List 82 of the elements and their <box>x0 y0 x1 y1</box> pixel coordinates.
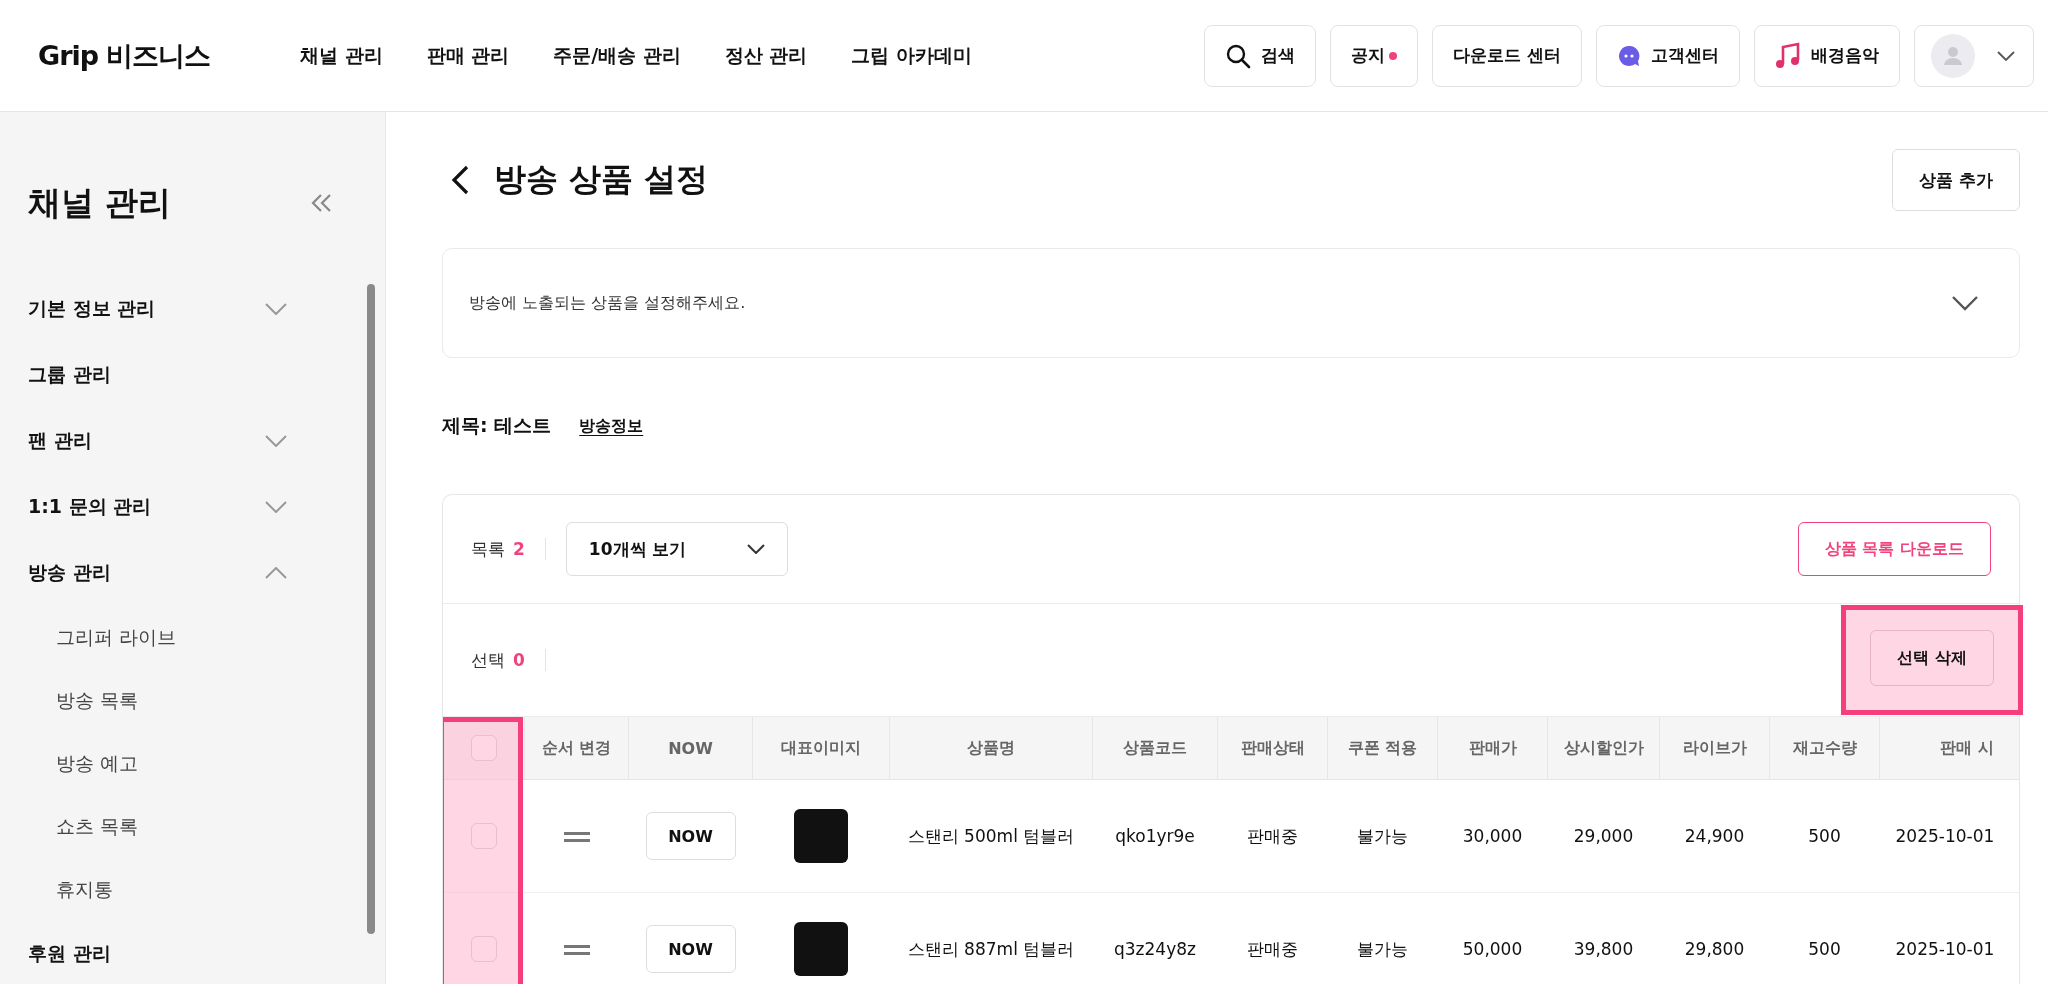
table-cell: 불가능 <box>1327 892 1438 984</box>
column-header: 쿠폰 적용 <box>1327 717 1438 780</box>
column-header: 라이브가 <box>1659 717 1770 780</box>
header-button[interactable]: 검색 <box>1204 24 1317 87</box>
nav-link[interactable]: 정산 관리 <box>724 42 808 69</box>
nav-link[interactable]: 판매 관리 <box>426 42 510 69</box>
notice-text: 방송에 노출되는 상품을 설정해주세요. <box>469 292 746 314</box>
sidebar-item[interactable]: 1:1 문의 관리 <box>0 474 365 540</box>
table-cell: 500 <box>1769 779 1880 893</box>
sidebar-subitem[interactable]: 휴지통 <box>0 858 365 921</box>
table-cell: 24,900 <box>1659 779 1770 893</box>
table-cell: qko1yr9e <box>1092 779 1218 893</box>
nav-link[interactable]: 채널 관리 <box>300 42 383 69</box>
column-header: 순서 변경 <box>524 717 629 780</box>
selection-count: 0 <box>513 650 525 670</box>
table-cell: 스탠리 887ml 텀블러 <box>889 892 1093 984</box>
table-cell: 29,000 <box>1547 779 1660 893</box>
sidebar-subitem[interactable]: 쇼츠 목록 <box>0 795 365 858</box>
search-icon <box>1225 42 1252 69</box>
column-header: 판매가 <box>1437 717 1548 780</box>
table-cell: 판매중 <box>1217 892 1328 984</box>
avatar-icon <box>1931 33 1975 78</box>
back-icon[interactable] <box>450 165 470 195</box>
table-cell: 2025-10-01 <box>1879 779 2019 893</box>
broadcast-title: 제목: 테스트 <box>442 413 552 438</box>
column-header: 상품명 <box>889 717 1093 780</box>
broadcast-info-link[interactable]: 방송정보 <box>579 415 644 437</box>
table-cell: 스탠리 500ml 텀블러 <box>889 779 1093 893</box>
column-header: NOW <box>628 717 753 780</box>
delete-selected-button[interactable]: 선택 삭제 <box>1870 630 1994 686</box>
table-cell: 50,000 <box>1437 892 1548 984</box>
sidebar-subitem[interactable]: 방송 예고 <box>0 732 365 795</box>
sidebar-subitem[interactable]: 방송 목록 <box>0 669 365 732</box>
selection-label: 선택 <box>471 648 505 672</box>
list-count: 2 <box>513 539 525 559</box>
nav-link[interactable]: 주문/배송 관리 <box>553 42 681 69</box>
product-image-placeholder <box>794 809 848 863</box>
table-cell: 불가능 <box>1327 779 1438 893</box>
drag-handle-icon[interactable] <box>563 945 590 955</box>
table-cell: 29,800 <box>1659 892 1770 984</box>
collapse-icon[interactable] <box>311 193 333 213</box>
header-button[interactable]: 고객센터 <box>1596 24 1740 87</box>
header-button[interactable]: 다운로드 센터 <box>1432 24 1582 87</box>
sidebar-item[interactable]: 방송 관리 <box>0 540 365 606</box>
download-list-button[interactable]: 상품 목록 다운로드 <box>1797 522 1991 576</box>
table-cell: 2025-10-01 <box>1879 892 2019 984</box>
column-header: 대표이미지 <box>752 717 890 780</box>
page-title: 방송 상품 설정 <box>494 159 709 200</box>
notice-panel[interactable]: 방송에 노출되는 상품을 설정해주세요. <box>442 248 2020 358</box>
now-button[interactable]: NOW <box>645 812 736 860</box>
table-cell: 30,000 <box>1437 779 1548 893</box>
column-header: 상시할인가 <box>1547 717 1660 780</box>
table-cell: q3z24y8z <box>1092 892 1218 984</box>
table-cell: 39,800 <box>1547 892 1660 984</box>
product-image-placeholder <box>794 922 848 976</box>
table-cell: 판매중 <box>1217 779 1328 893</box>
sidebar-item[interactable]: 기본 정보 관리 <box>0 276 365 342</box>
header-button[interactable]: 공지 <box>1330 24 1419 87</box>
chevron-down-icon <box>1997 50 2015 61</box>
list-label: 목록 <box>471 537 505 561</box>
page-size-dropdown[interactable]: 10개씩 보기 <box>565 522 788 576</box>
drag-handle-icon[interactable] <box>563 832 590 842</box>
sidebar-subitem[interactable]: 그리퍼 라이브 <box>0 606 365 669</box>
header-button[interactable]: 배경음악 <box>1754 24 1900 87</box>
column-header: 상품코드 <box>1092 717 1218 780</box>
profile-menu-button[interactable] <box>1914 24 2034 87</box>
scrollbar[interactable] <box>367 284 375 934</box>
chat-bubble-icon <box>1617 43 1641 68</box>
sidebar-item[interactable]: 팬 관리 <box>0 408 365 474</box>
sidebar-title: 채널 관리 <box>28 181 172 224</box>
sidebar-item[interactable]: 후원 관리 <box>0 921 365 984</box>
column-header: 판매 시 <box>1879 717 2019 780</box>
chevron-down-icon <box>746 544 765 554</box>
column-header: 재고수량 <box>1769 717 1880 780</box>
now-button[interactable]: NOW <box>645 925 736 973</box>
column-header: 판매상태 <box>1217 717 1328 780</box>
nav-link[interactable]: 그립 아카데미 <box>851 42 973 69</box>
music-note-icon <box>1775 41 1801 70</box>
logo[interactable]: Grip 비즈니스 <box>38 37 300 74</box>
table-cell: 500 <box>1769 892 1880 984</box>
sidebar-item[interactable]: 그룹 관리 <box>0 342 365 408</box>
add-product-button[interactable]: 상품 추가 <box>1892 149 2020 211</box>
